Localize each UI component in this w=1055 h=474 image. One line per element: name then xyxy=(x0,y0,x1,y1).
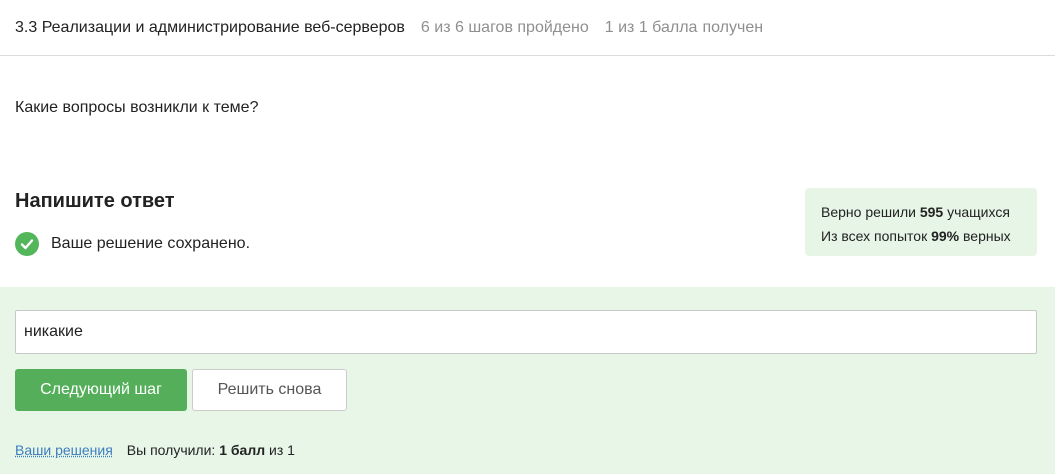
attempts-suffix: верных xyxy=(963,228,1011,244)
solution-area: Следующий шаг Решить снова Ваши решения … xyxy=(0,287,1055,474)
saved-status: Ваше решение сохранено. xyxy=(15,231,250,256)
answer-input[interactable] xyxy=(15,310,1037,354)
check-circle-icon xyxy=(15,231,39,256)
result-row: Ваши решения Вы получили: 1 балл из 1 xyxy=(15,442,295,458)
next-step-button[interactable]: Следующий шаг xyxy=(15,369,187,411)
score-status: получен xyxy=(702,18,764,36)
answer-heading: Напишите ответ xyxy=(15,190,175,212)
attempts-stat: Из всех попыток 99% верных xyxy=(821,224,1037,248)
received-suffix: из 1 xyxy=(269,442,295,458)
solved-suffix: учащихся xyxy=(947,204,1010,220)
step-header: 3.3 Реализации и администрирование веб-с… xyxy=(0,0,1055,56)
received-points: 1 балл xyxy=(219,442,266,458)
attempts-prefix: Из всех попыток xyxy=(821,228,928,244)
your-solutions-link[interactable]: Ваши решения xyxy=(15,442,113,458)
saved-text: Ваше решение сохранено. xyxy=(51,234,251,252)
received-prefix: Вы получили: xyxy=(126,442,216,458)
solved-prefix: Верно решили xyxy=(821,204,916,220)
steps-progress: 6 из 6 шагов пройдено xyxy=(420,18,589,36)
stats-box: Верно решили 595 учащихся Из всех попыто… xyxy=(805,188,1037,256)
lesson-title: 3.3 Реализации и администрирование веб-с… xyxy=(15,18,405,36)
solve-again-button[interactable]: Решить снова xyxy=(192,369,347,411)
received-score: Вы получили: 1 балл из 1 xyxy=(127,442,295,458)
solved-stat: Верно решили 595 учащихся xyxy=(821,200,1037,224)
solved-count: 595 xyxy=(919,204,944,220)
score-value: 1 из 1 балла xyxy=(604,18,698,36)
question-text: Какие вопросы возникли к теме? xyxy=(15,99,259,116)
attempts-percent: 99% xyxy=(931,228,960,244)
